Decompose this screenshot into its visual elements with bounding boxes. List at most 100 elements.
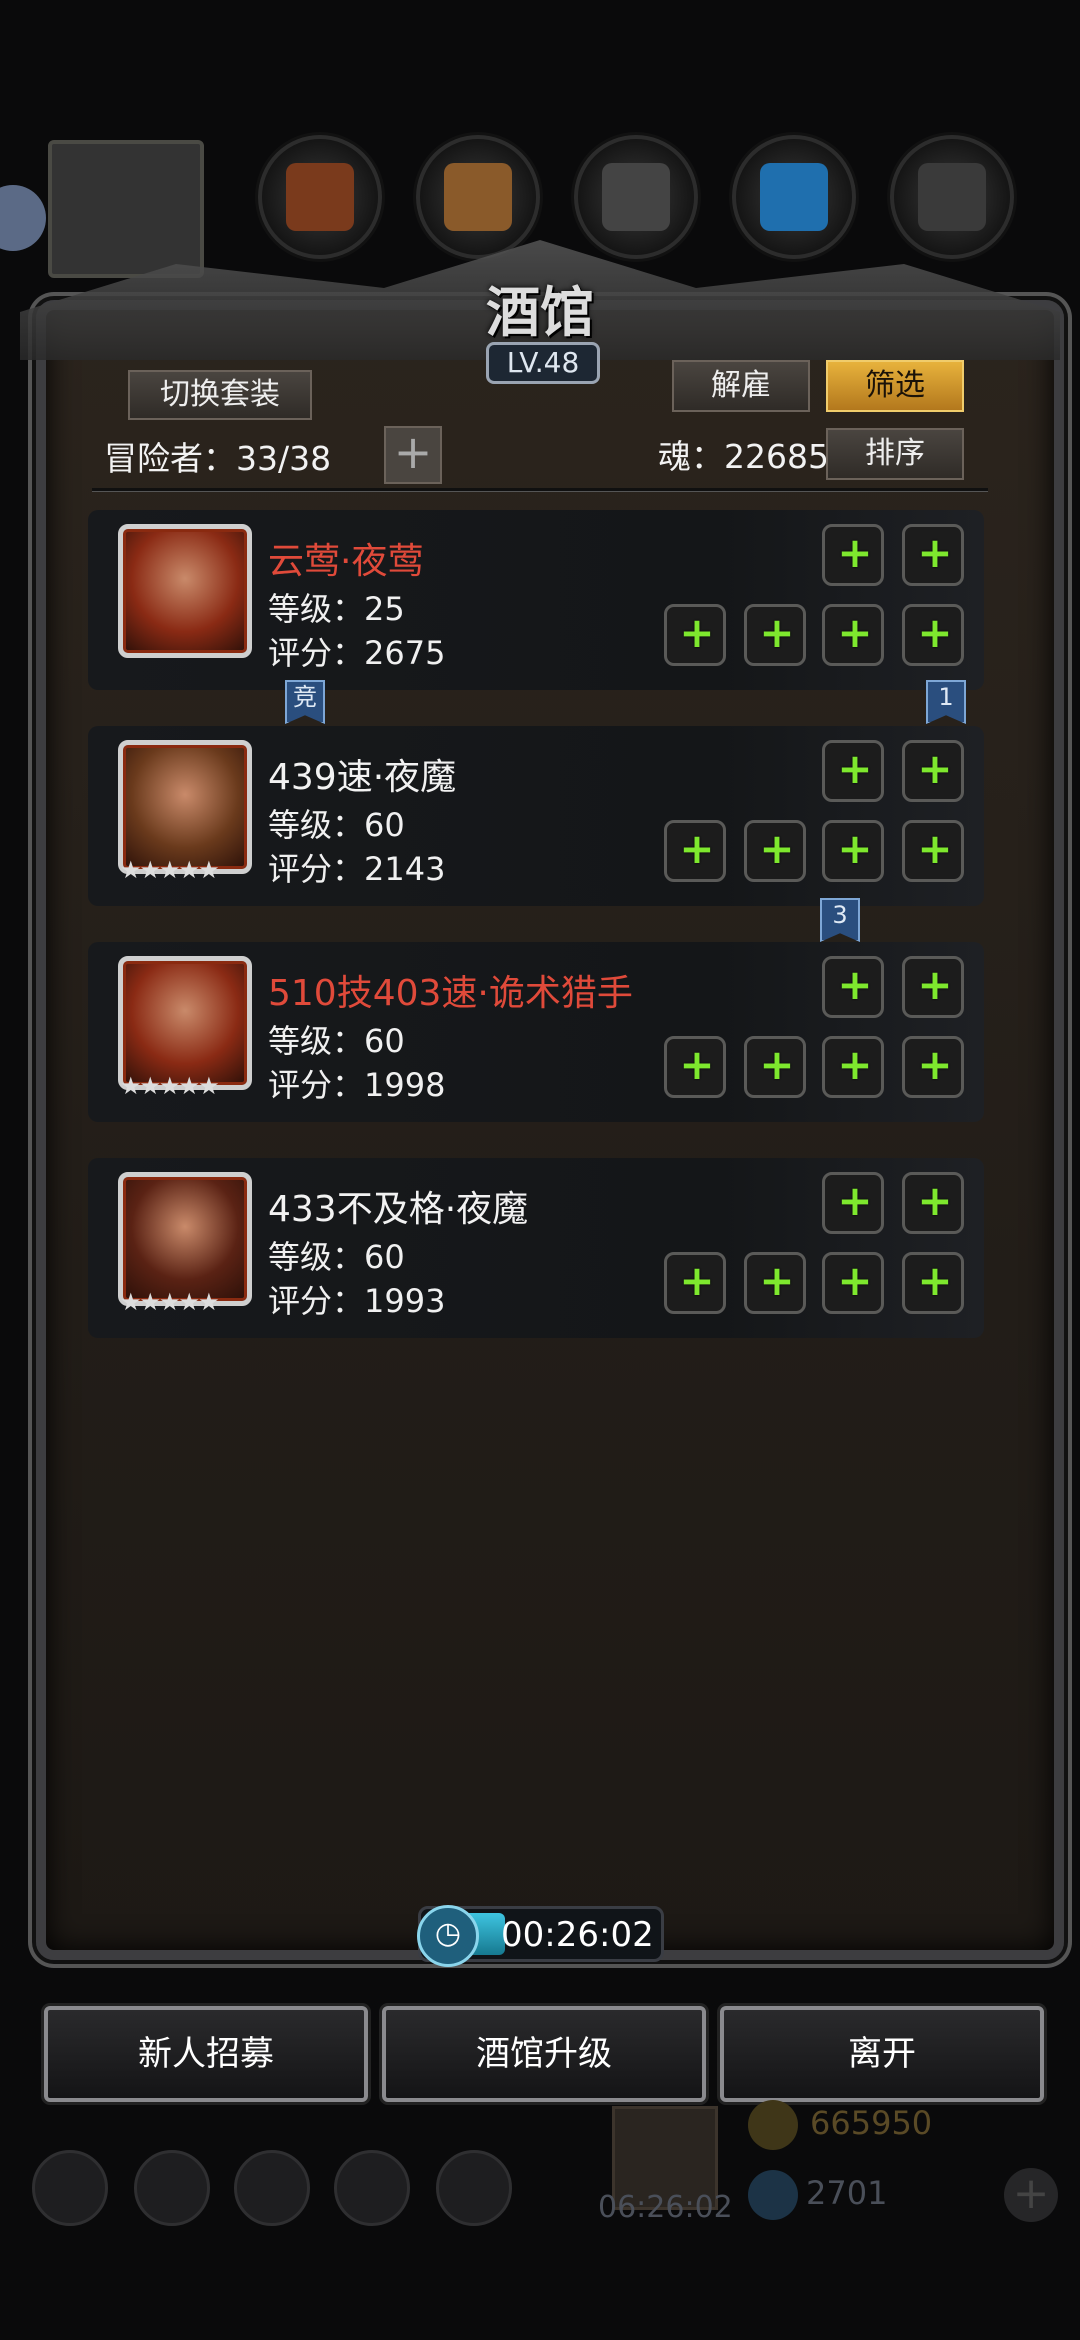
hero-portrait[interactable] bbox=[118, 524, 252, 658]
dismiss-button[interactable]: 解雇 bbox=[672, 360, 810, 412]
accessory-slot[interactable]: + bbox=[822, 1172, 884, 1234]
ring-slot[interactable]: + bbox=[902, 524, 964, 586]
gold-icon bbox=[748, 2100, 798, 2150]
boots-slot[interactable]: + bbox=[902, 1036, 964, 1098]
leave-button[interactable]: 离开 bbox=[720, 2006, 1044, 2102]
add-equipment-icon: + bbox=[837, 1040, 873, 1089]
armor-slot[interactable]: + bbox=[744, 1036, 806, 1098]
hero-level: 等级：25 bbox=[268, 590, 405, 628]
add-equipment-icon: + bbox=[917, 1256, 953, 1305]
ring-slot[interactable]: + bbox=[902, 956, 964, 1018]
timer-text: 00:26:02 bbox=[501, 1915, 654, 1955]
add-gem-icon: + bbox=[1004, 2168, 1058, 2222]
adventurer-count: 冒险者：33/38 bbox=[104, 439, 332, 478]
add-equipment-icon: + bbox=[679, 1040, 715, 1089]
add-equipment-icon: + bbox=[759, 1040, 795, 1089]
hero-stars: ★★★★★ bbox=[120, 1288, 220, 1316]
add-equipment-icon: + bbox=[837, 1176, 873, 1225]
hero-level: 等级：60 bbox=[268, 806, 405, 844]
hero-level: 等级：60 bbox=[268, 1238, 405, 1276]
add-equipment-icon: + bbox=[917, 1176, 953, 1225]
helmet-slot[interactable]: + bbox=[822, 1036, 884, 1098]
ring-slot[interactable]: + bbox=[902, 740, 964, 802]
weapon-slot[interactable]: + bbox=[664, 604, 726, 666]
hero-stars bbox=[120, 640, 250, 666]
sort-button[interactable]: 排序 bbox=[826, 428, 964, 480]
hero-score: 评分：1993 bbox=[268, 1282, 446, 1320]
gem-value: 2701 bbox=[806, 2174, 888, 2212]
hero-portrait[interactable] bbox=[118, 956, 252, 1090]
add-equipment-icon: + bbox=[837, 744, 873, 793]
add-equipment-icon: + bbox=[917, 1040, 953, 1089]
resource-wood-icon bbox=[416, 135, 540, 259]
hero-name: 439速·夜魔 bbox=[268, 757, 457, 798]
hero-stars: ★★★★★ bbox=[120, 856, 220, 884]
accessory-slot[interactable]: + bbox=[822, 524, 884, 586]
add-equipment-icon: + bbox=[837, 960, 873, 1009]
add-equipment-icon: + bbox=[759, 1256, 795, 1305]
hero-card[interactable]: ★★★★★ 510技403速·诡术猎手 等级：60 评分：1998 + + + + + + bbox=[88, 942, 984, 1122]
hero-name: 云莺·夜莺 bbox=[268, 541, 424, 582]
tavern-level-badge: LV.48 bbox=[486, 342, 600, 384]
hero-name: 433不及格·夜魔 bbox=[268, 1189, 529, 1230]
resource-crystal-icon bbox=[732, 135, 856, 259]
hero-score: 评分：2143 bbox=[268, 850, 446, 888]
mail-icon bbox=[334, 2150, 410, 2226]
add-equipment-icon: + bbox=[917, 960, 953, 1009]
gift-timer: 06:26:02 bbox=[598, 2190, 733, 2225]
add-equipment-icon: + bbox=[837, 824, 873, 873]
recruit-button[interactable]: 新人招募 bbox=[44, 2006, 368, 2102]
filter-button[interactable]: 筛选 bbox=[826, 360, 964, 412]
battle-icon bbox=[436, 2150, 512, 2226]
chat-bubble-icon[interactable] bbox=[0, 185, 46, 251]
helmet-slot[interactable]: + bbox=[822, 1252, 884, 1314]
hero-card[interactable]: ★★★★★ 439速·夜魔 等级：60 评分：2143 + + + + + + bbox=[88, 726, 984, 906]
page-title: 酒馆 bbox=[486, 280, 594, 344]
gold-value: 665950 bbox=[810, 2104, 933, 2142]
accessory-slot[interactable]: + bbox=[822, 956, 884, 1018]
add-equipment-icon: + bbox=[837, 1256, 873, 1305]
hero-name: 510技403速·诡术猎手 bbox=[268, 973, 633, 1014]
tavern-upgrade-button[interactable]: 酒馆升级 bbox=[382, 2006, 706, 2102]
add-equipment-icon: + bbox=[759, 824, 795, 873]
hero-portrait[interactable] bbox=[118, 1172, 252, 1306]
soul-count: 魂：22685 bbox=[658, 437, 829, 476]
add-equipment-icon: + bbox=[679, 1256, 715, 1305]
add-equipment-icon: + bbox=[679, 608, 715, 657]
weapon-slot[interactable]: + bbox=[664, 1036, 726, 1098]
boots-slot[interactable]: + bbox=[902, 1252, 964, 1314]
add-equipment-icon: + bbox=[759, 608, 795, 657]
ring-slot[interactable]: + bbox=[902, 1172, 964, 1234]
weapon-slot[interactable]: + bbox=[664, 1252, 726, 1314]
hero-level: 等级：60 bbox=[268, 1022, 405, 1060]
gem-icon bbox=[748, 2170, 798, 2220]
armor-slot[interactable]: + bbox=[744, 1252, 806, 1314]
add-slot-button[interactable]: + bbox=[384, 426, 442, 484]
switch-outfit-button[interactable]: 切换套装 bbox=[128, 370, 312, 420]
player-avatar bbox=[48, 140, 204, 278]
clock-icon: ◷ bbox=[417, 1905, 479, 1967]
weapon-slot[interactable]: + bbox=[664, 820, 726, 882]
boots-slot[interactable]: + bbox=[902, 604, 964, 666]
helmet-slot[interactable]: + bbox=[822, 820, 884, 882]
hero-portrait[interactable] bbox=[118, 740, 252, 874]
add-equipment-icon: + bbox=[917, 744, 953, 793]
guild-icon bbox=[234, 2150, 310, 2226]
add-equipment-icon: + bbox=[837, 608, 873, 657]
add-equipment-icon: + bbox=[917, 824, 953, 873]
helmet-slot[interactable]: + bbox=[822, 604, 884, 666]
accessory-slot[interactable]: + bbox=[822, 740, 884, 802]
add-equipment-icon: + bbox=[837, 528, 873, 577]
add-equipment-icon: + bbox=[917, 528, 953, 577]
resource-stone-icon bbox=[890, 135, 1014, 259]
refresh-timer: ◷ 00:26:02 bbox=[417, 1905, 664, 1967]
hero-card[interactable]: 云莺·夜莺 等级：25 评分：2675 + + + + + + bbox=[88, 510, 984, 690]
hero-stars: ★★★★★ bbox=[120, 1072, 220, 1100]
hero-score: 评分：1998 bbox=[268, 1066, 446, 1104]
settings-gear-icon bbox=[32, 2150, 108, 2226]
hero-card[interactable]: ★★★★★ 433不及格·夜魔 等级：60 评分：1993 + + + + + + bbox=[88, 1158, 984, 1338]
armor-slot[interactable]: + bbox=[744, 604, 806, 666]
armor-slot[interactable]: + bbox=[744, 820, 806, 882]
boots-slot[interactable]: + bbox=[902, 820, 964, 882]
add-equipment-icon: + bbox=[679, 824, 715, 873]
